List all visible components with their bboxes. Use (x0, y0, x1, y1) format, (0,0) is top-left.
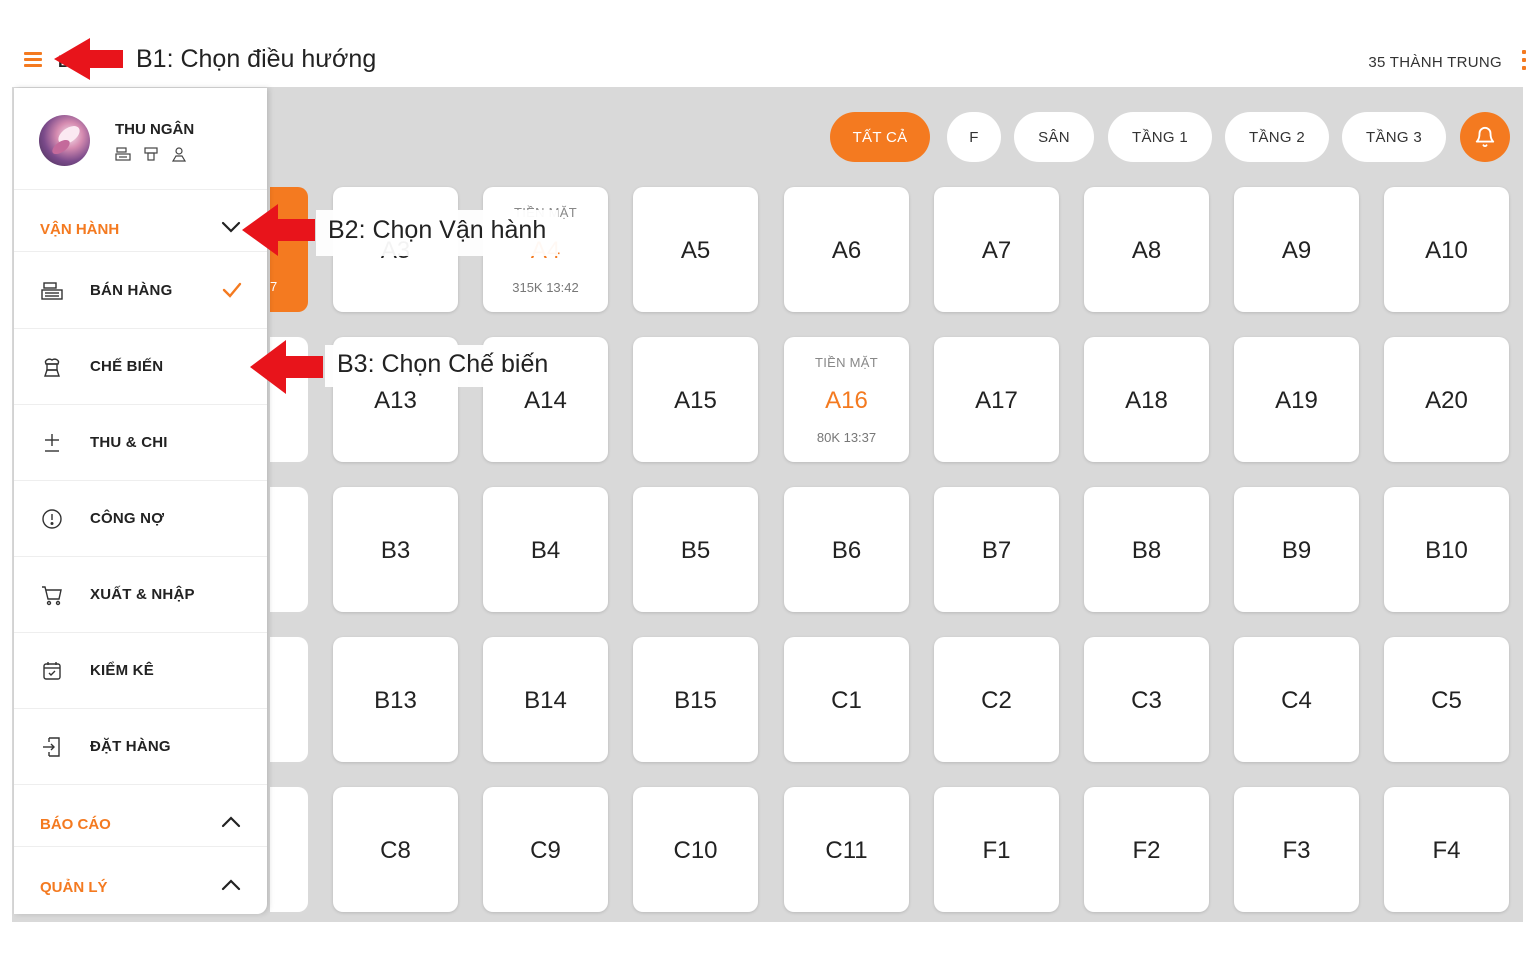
menu-item-xuat-nhap[interactable]: XUẤT & NHẬP (14, 557, 267, 633)
store-name[interactable]: 35 THÀNH TRUNG (1368, 54, 1502, 71)
plus-minus-icon (45, 434, 59, 452)
table-tile-c2[interactable]: C2 (934, 637, 1059, 762)
user-name: THU NGÂN (115, 121, 195, 138)
table-tile-b6[interactable]: B6 (784, 487, 909, 612)
user-role-icons (115, 146, 187, 162)
login-icon (43, 737, 60, 757)
table-tile-a16[interactable]: TIỀN MẶT A16 80K 13:37 (784, 337, 909, 462)
table-tile-c10[interactable]: C10 (633, 787, 758, 912)
menu-item-che-bien[interactable]: CHẾ BIẾN (14, 329, 267, 405)
table-tile-b4[interactable]: B4 (483, 487, 608, 612)
alert-circle-icon (42, 509, 62, 529)
calendar-check-icon (43, 662, 61, 680)
table-tile-b15[interactable]: B15 (633, 637, 758, 762)
table-tile-f2[interactable]: F2 (1084, 787, 1209, 912)
filter-chip-tang-1[interactable]: TẦNG 1 (1108, 112, 1212, 162)
hamburger-menu-icon[interactable] (24, 52, 42, 68)
table-tile-a18[interactable]: A18 (1084, 337, 1209, 462)
chef-icon (144, 147, 158, 161)
table-tile-b8[interactable]: B8 (1084, 487, 1209, 612)
annotation-b3: B3: Chọn Chế biến (325, 345, 561, 387)
table-tile-c11[interactable]: C11 (784, 787, 909, 912)
annotation-arrow-b1 (54, 38, 123, 80)
table-tile-a9[interactable]: A9 (1234, 187, 1359, 312)
avatar[interactable] (39, 115, 90, 166)
section-quan-ly[interactable]: QUẢN LÝ (14, 848, 267, 910)
section-van-hanh[interactable]: VẬN HÀNH (14, 190, 267, 252)
menu-item-dat-hang[interactable]: ĐẶT HÀNG (14, 709, 267, 785)
tile-edge-note: 7 (270, 279, 278, 294)
section-quan-ly-label: QUẢN LÝ (40, 879, 108, 896)
filter-chip-all[interactable]: TẤT CẢ (830, 112, 930, 162)
person-icon (171, 147, 187, 162)
table-tile-b14[interactable]: B14 (483, 637, 608, 762)
table-tile-f3[interactable]: F3 (1234, 787, 1359, 912)
cash-register-icon (115, 147, 131, 161)
avatar-image-icon (52, 126, 80, 155)
navigation-drawer: THU NGÂN VẬN HÀNH BÁN HÀNG CHẾ BIẾN THU … (14, 88, 267, 914)
chevron-down-icon (221, 221, 241, 233)
table-tile-edge[interactable] (270, 637, 308, 762)
chevron-up-icon (221, 816, 241, 828)
menu-item-ban-hang[interactable]: BÁN HÀNG (14, 253, 267, 329)
filter-chip-san[interactable]: SÂN (1014, 112, 1094, 162)
table-tile-a17[interactable]: A17 (934, 337, 1059, 462)
table-tile-a8[interactable]: A8 (1084, 187, 1209, 312)
table-tile-b13[interactable]: B13 (333, 637, 458, 762)
more-options-icon[interactable] (1522, 50, 1526, 72)
table-tile-edge[interactable] (270, 487, 308, 612)
table-tile-b9[interactable]: B9 (1234, 487, 1359, 612)
table-tile-a10[interactable]: A10 (1384, 187, 1509, 312)
table-tile-c9[interactable]: C9 (483, 787, 608, 912)
menu-item-thu-chi[interactable]: THU & CHI (14, 405, 267, 481)
menu-item-cong-no[interactable]: CÔNG NỢ (14, 481, 267, 557)
table-tile-b10[interactable]: B10 (1384, 487, 1509, 612)
filter-chip-tang-2[interactable]: TẦNG 2 (1225, 112, 1329, 162)
table-tile-c4[interactable]: C4 (1234, 637, 1359, 762)
section-van-hanh-label: VẬN HÀNH (40, 221, 120, 238)
table-tile-c5[interactable]: C5 (1384, 637, 1509, 762)
table-tile-b5[interactable]: B5 (633, 487, 758, 612)
notification-bell-button[interactable] (1460, 112, 1510, 162)
table-tile-a15[interactable]: A15 (633, 337, 758, 462)
menu-item-kiem-ke[interactable]: KIỂM KÊ (14, 633, 267, 709)
cash-register-icon (41, 282, 63, 300)
annotation-b2: B2: Chọn Vận hành (316, 210, 559, 256)
annotation-arrow-b2 (242, 204, 315, 256)
filter-chip-tang-3[interactable]: TẦNG 3 (1342, 112, 1446, 162)
table-tile-edge[interactable] (270, 787, 308, 912)
table-tile-a20[interactable]: A20 (1384, 337, 1509, 462)
section-bao-cao-label: BÁO CÁO (40, 816, 111, 833)
table-tile-a19[interactable]: A19 (1234, 337, 1359, 462)
user-profile: THU NGÂN (14, 88, 267, 190)
chef-icon (44, 358, 60, 377)
table-tile-c3[interactable]: C3 (1084, 637, 1209, 762)
bell-icon (1475, 127, 1495, 148)
table-tile-a7[interactable]: A7 (934, 187, 1059, 312)
annotation-arrow-b3 (250, 340, 323, 394)
chevron-up-icon (221, 879, 241, 891)
table-tile-c1[interactable]: C1 (784, 637, 909, 762)
section-bao-cao[interactable]: BÁO CÁO (14, 785, 267, 847)
table-tile-a5[interactable]: A5 (633, 187, 758, 312)
table-tile-b3[interactable]: B3 (333, 487, 458, 612)
table-tile-f1[interactable]: F1 (934, 787, 1059, 912)
annotation-b1: B1: Chọn điều hướng (124, 43, 389, 76)
table-tile-f4[interactable]: F4 (1384, 787, 1509, 912)
table-tile-c8[interactable]: C8 (333, 787, 458, 912)
cart-icon (42, 586, 62, 606)
check-icon (222, 282, 242, 298)
filter-chip-f[interactable]: F (947, 112, 1001, 162)
table-tile-a6[interactable]: A6 (784, 187, 909, 312)
table-tile-b7[interactable]: B7 (934, 487, 1059, 612)
